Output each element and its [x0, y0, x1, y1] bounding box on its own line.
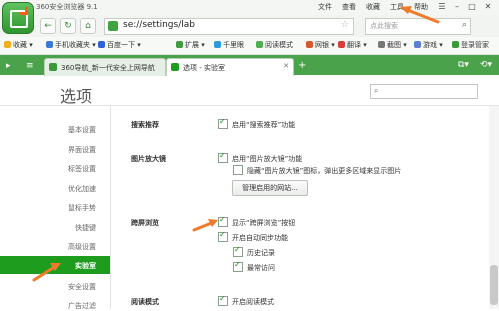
arrow-to-lab-item [32, 264, 58, 282]
arrow-to-tools-menu [403, 7, 440, 24]
annotation-arrows [32, 6, 440, 282]
